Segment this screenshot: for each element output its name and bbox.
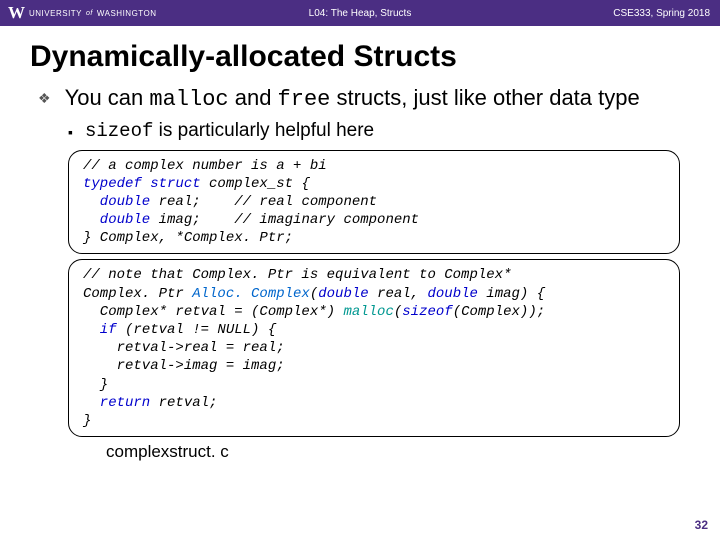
c1l1: // a complex number is a + bi [83,158,327,174]
slide-title: Dynamically-allocated Structs [30,40,720,74]
course-info: CSE333, Spring 2018 [613,8,710,19]
c2l2a: Complex. Ptr [83,286,192,302]
c2l4b: (retval != NULL) { [117,322,277,338]
c2l2f: double [427,286,477,302]
c2l3e: (Complex)); [453,304,545,320]
bullet2-text: sizeof is particularly helpful here [85,120,374,142]
uw-logo: W UNIVERSITY of WASHINGTON [8,3,157,23]
c2l3b: malloc [343,304,393,320]
c2l8a: return [83,395,150,411]
bullet2-sizeof: sizeof [85,120,153,142]
code-box-2: // note that Complex. Ptr is equivalent … [68,259,680,437]
bullet2-post: is particularly helpful here [153,120,374,141]
c2l4a: if [83,322,117,338]
c1l5: } Complex, *Complex. Ptr; [83,230,293,246]
logo-washington: WASHINGTON [97,9,157,18]
c2l3a: Complex* retval = (Complex*) [83,304,343,320]
bullet-level2: ▪ sizeof is particularly helpful here [68,120,690,142]
logo-of: of [86,10,93,17]
c2l2b: Alloc. Complex [192,286,310,302]
lecture-title: L04: The Heap, Structs [309,8,412,19]
c1l2b: complex_st { [201,176,310,192]
slide-body: ❖ You can malloc and free structs, just … [0,84,720,540]
header-bar: W UNIVERSITY of WASHINGTON L04: The Heap… [0,0,720,26]
diamond-bullet-icon: ❖ [38,90,51,107]
bullet1-mid: and [229,85,278,110]
bullet-level1: ❖ You can malloc and free structs, just … [38,84,690,114]
c1l3a: double [83,194,150,210]
bullet1-malloc: malloc [149,87,228,112]
c2l2c: ( [310,286,318,302]
code-box-1: // a complex number is a + bi typedef st… [68,150,680,255]
c2l2d: double [318,286,368,302]
c1l3b: real; // real component [150,194,377,210]
logo-university: UNIVERSITY [29,9,82,18]
c2l1: // note that Complex. Ptr is equivalent … [83,267,511,283]
c2l7: } [83,377,108,393]
c2l9: } [83,413,91,429]
page-number: 32 [695,518,708,532]
c2l2e: real, [369,286,428,302]
square-bullet-icon: ▪ [68,124,73,140]
bullet1-pre: You can [65,85,150,110]
c2l5: retval->real = real; [83,340,285,356]
c2l3d: sizeof [402,304,452,320]
filename-label: complexstruct. c [106,442,690,462]
bullet1-text: You can malloc and free structs, just li… [65,84,640,114]
c1l2a: typedef struct [83,176,201,192]
c1l4a: double [83,212,150,228]
bullet1-post: structs, just like other data type [330,85,639,110]
c2l8b: retval; [150,395,217,411]
c2l6: retval->imag = imag; [83,358,285,374]
bullet1-free: free [278,87,331,112]
logo-w-icon: W [8,3,25,23]
slide: W UNIVERSITY of WASHINGTON L04: The Heap… [0,0,720,540]
c2l2g: imag) { [478,286,545,302]
c1l4b: imag; // imaginary component [150,212,419,228]
code-wrapper: // a complex number is a + bi typedef st… [68,150,680,438]
